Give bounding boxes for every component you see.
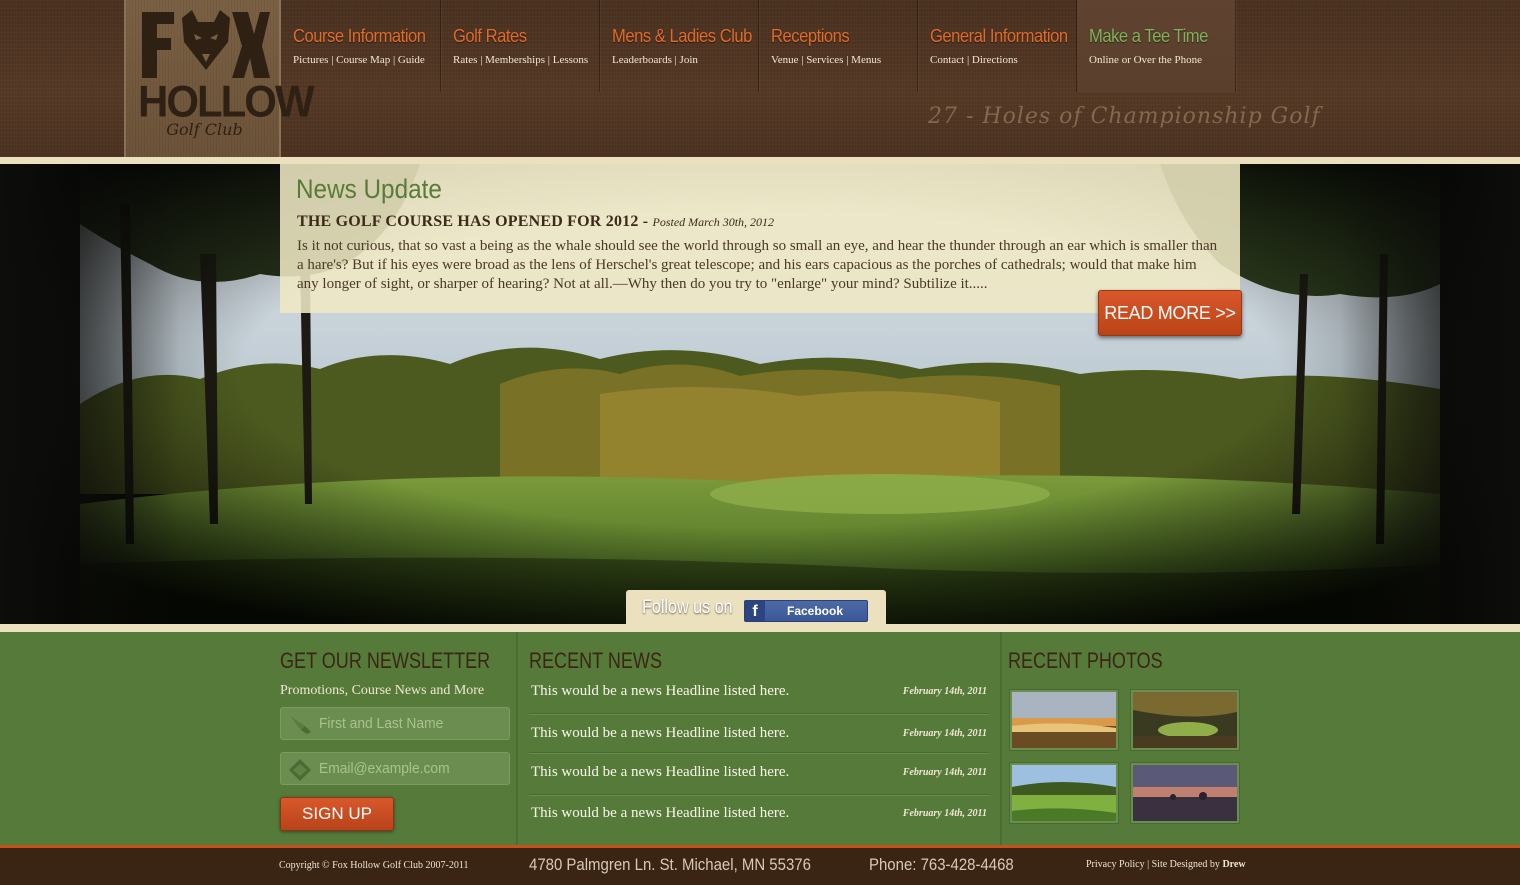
newsletter-subtitle: Promotions, Course News and More — [280, 683, 485, 698]
nav-sublinks[interactable]: Rates | Memberships | Lessons — [453, 54, 588, 66]
nav-title[interactable]: Receptions — [771, 26, 850, 47]
follow-us-label: Follow us on — [642, 597, 733, 618]
news-body: Is it not curious, that so vast a being … — [297, 238, 1218, 292]
news-list-item[interactable]: This would be a news Headline listed her… — [529, 805, 989, 833]
nav-title[interactable]: General Information — [930, 26, 1068, 47]
footer-links[interactable]: Privacy Policy | Site Designed by Drew — [1086, 859, 1246, 870]
pencil-icon — [290, 716, 311, 734]
news-update-title: News Update — [296, 174, 442, 204]
nav-general-information[interactable]: General Information Contact | Directions — [918, 0, 1077, 92]
tree-green-photo — [1133, 692, 1237, 748]
name-placeholder: First and Last Name — [319, 715, 444, 732]
fox-logo-icon — [142, 10, 270, 78]
nav-course-information[interactable]: Course Information Pictures | Course Map… — [281, 0, 441, 92]
phone-number: Phone: 763-428-4468 — [869, 855, 1014, 874]
news-separator — [529, 752, 989, 754]
nav-mens-ladies-club[interactable]: Mens & Ladies Club Leaderboards | Join — [600, 0, 759, 92]
fairway-photo — [1012, 765, 1116, 821]
logo-subtitle: Golf Club — [166, 120, 243, 139]
nav-sublinks[interactable]: Contact | Directions — [930, 54, 1018, 66]
photo-thumbnail[interactable] — [1010, 690, 1118, 750]
nav-make-a-tee-time[interactable]: Make a Tee Time Online or Over the Phone — [1077, 0, 1236, 92]
photo-thumbnail[interactable] — [1010, 763, 1118, 823]
news-item-date: February 14th, 2011 — [902, 686, 987, 697]
nav-sublinks[interactable]: Venue | Services | Menus — [771, 54, 881, 66]
news-item-date: February 14th, 2011 — [902, 728, 987, 739]
photo-thumbnail[interactable] — [1131, 690, 1239, 750]
email-field[interactable]: Email@example.com — [280, 752, 510, 785]
misty-sunrise-photo — [1012, 692, 1116, 748]
news-list-item[interactable]: This would be a news Headline listed her… — [529, 764, 989, 792]
recent-photos-title: RECENT PHOTOS — [1008, 648, 1163, 673]
news-headline-text[interactable]: THE GOLF COURSE HAS OPENED FOR 2012 - — [297, 213, 652, 230]
news-item-headline[interactable]: This would be a news Headline listed her… — [531, 725, 789, 742]
designer-link[interactable]: Drew — [1222, 859, 1245, 870]
news-posted-date: Posted March 30th, 2012 — [652, 215, 775, 229]
envelope-icon — [289, 759, 311, 781]
copyright: Copyright © Fox Hollow Golf Club 2007-20… — [279, 860, 469, 871]
news-separator — [529, 794, 989, 796]
news-list-item[interactable]: This would be a news Headline listed her… — [529, 725, 989, 753]
address: 4780 Palmgren Ln. St. Michael, MN 55376 — [529, 855, 811, 874]
nav-receptions[interactable]: Receptions Venue | Services | Menus — [759, 0, 918, 92]
facebook-icon: f — [745, 601, 765, 621]
news-item-date: February 14th, 2011 — [902, 767, 987, 778]
facebook-label: Facebook — [786, 604, 843, 618]
news-item-date: February 14th, 2011 — [902, 808, 987, 819]
news-item-headline[interactable]: This would be a news Headline listed her… — [531, 683, 789, 700]
logo[interactable]: HOLLOW Golf Club — [124, 0, 315, 157]
newsletter-title: GET OUR NEWSLETTER — [280, 648, 491, 673]
news-update-panel: News Update THE GOLF COURSE HAS OPENED F… — [280, 164, 1240, 313]
news-item-headline[interactable]: This would be a news Headline listed her… — [531, 805, 789, 822]
divider-strip — [0, 157, 1520, 164]
news-headline[interactable]: THE GOLF COURSE HAS OPENED FOR 2012 - Po… — [297, 213, 774, 231]
nav-title[interactable]: Golf Rates — [453, 26, 527, 47]
nav-sublinks[interactable]: Online or Over the Phone — [1089, 54, 1202, 66]
facebook-button[interactable]: f Facebook — [744, 600, 868, 622]
photo-thumbnail[interactable] — [1131, 763, 1239, 823]
nav-title[interactable]: Make a Tee Time — [1089, 26, 1208, 47]
privacy-designer-link[interactable]: Privacy Policy | Site Designed by — [1086, 859, 1222, 870]
email-placeholder: Email@example.com — [319, 760, 450, 777]
dusk-photo — [1133, 765, 1237, 821]
nav-title[interactable]: Course Information — [293, 26, 426, 47]
divider-strip — [0, 624, 1520, 632]
nav-sublinks[interactable]: Pictures | Course Map | Guide — [293, 54, 425, 66]
read-more-button[interactable]: READ MORE >> — [1098, 290, 1242, 336]
column-divider — [516, 632, 518, 845]
news-separator — [529, 713, 989, 715]
tagline: 27 - Holes of Championship Golf — [928, 104, 1321, 129]
column-divider — [1000, 632, 1002, 845]
name-field[interactable]: First and Last Name — [280, 707, 510, 740]
nav-golf-rates[interactable]: Golf Rates Rates | Memberships | Lessons — [441, 0, 600, 92]
nav-sublinks[interactable]: Leaderboards | Join — [612, 54, 698, 66]
sign-up-button[interactable]: SIGN UP — [280, 797, 394, 831]
follow-us-tab: Follow us on f Facebook — [626, 590, 886, 624]
news-item-headline[interactable]: This would be a news Headline listed her… — [531, 764, 789, 781]
recent-news-title: RECENT NEWS — [529, 648, 662, 673]
nav-title[interactable]: Mens & Ladies Club — [612, 26, 752, 47]
news-list-item[interactable]: This would be a news Headline listed her… — [529, 683, 989, 711]
